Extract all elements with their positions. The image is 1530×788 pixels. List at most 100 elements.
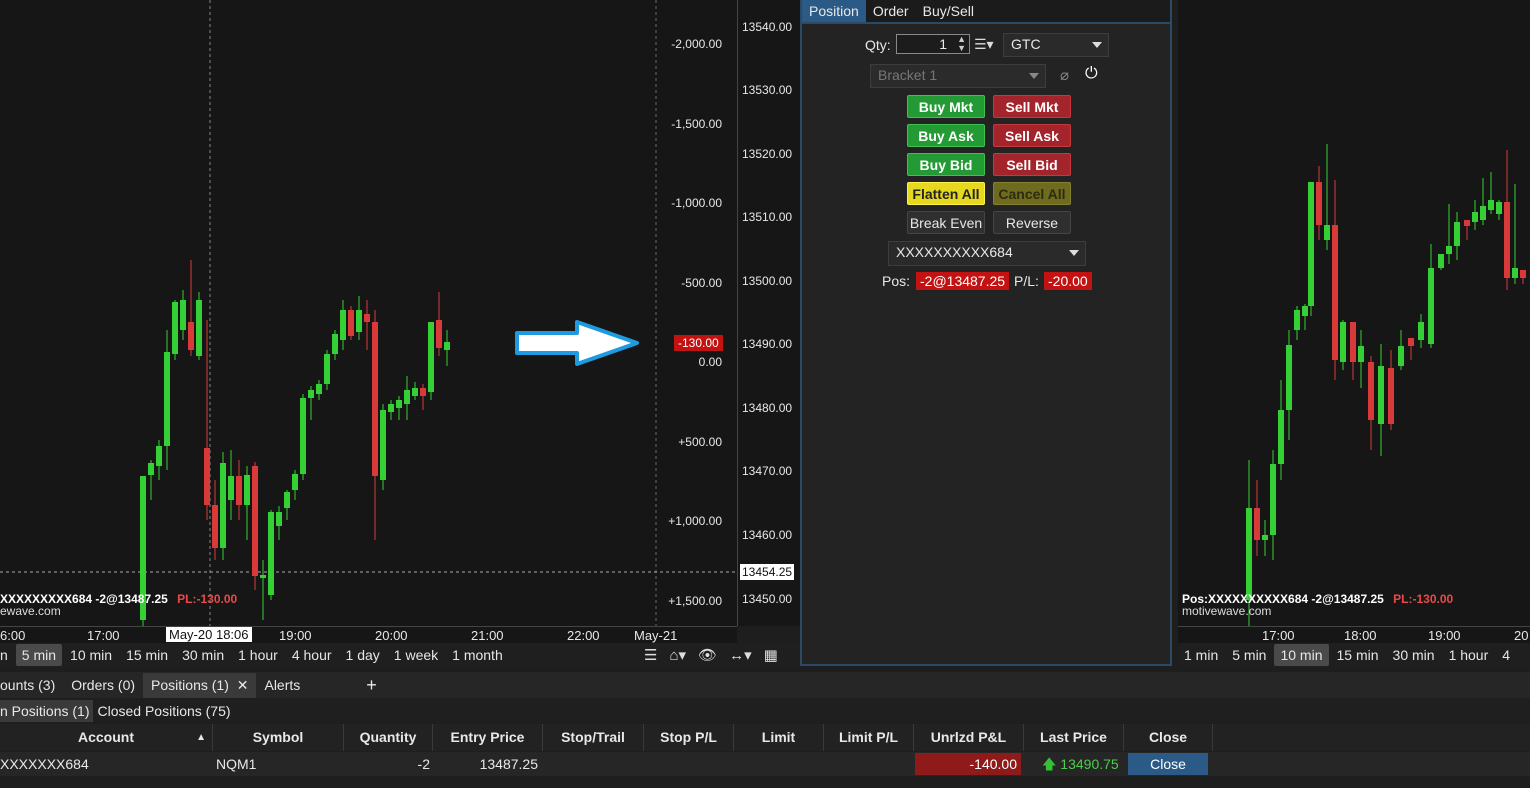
timeframe-option[interactable]: 1 min	[1178, 644, 1224, 666]
candle	[1418, 314, 1424, 348]
time-label: 19:00	[1428, 628, 1461, 643]
timeframe-option[interactable]: 4 hour	[286, 644, 338, 666]
timeframe-option[interactable]: 1 hour	[1443, 644, 1495, 666]
candle	[1302, 304, 1308, 330]
col-limit[interactable]: Limit	[734, 724, 824, 751]
timeframe-option-selected[interactable]: 5 min	[15, 644, 63, 666]
price-axis-label: 13470.00	[742, 464, 793, 478]
range-icon[interactable]: ↔▾	[729, 646, 752, 664]
timeframe-option[interactable]: 10 min	[64, 644, 118, 666]
sell-mkt-button[interactable]: Sell Mkt	[993, 95, 1071, 118]
qty-stepper-icon[interactable]: ▲ ▼	[957, 35, 966, 53]
timeframe-option-selected[interactable]: 10 min	[1274, 644, 1329, 666]
tab-buy-sell[interactable]: Buy/Sell	[916, 0, 981, 22]
cancel-all-button[interactable]: Cancel All	[993, 182, 1071, 205]
attach-icon[interactable]: ⌀	[1060, 66, 1069, 84]
list-icon[interactable]: ☰	[644, 646, 657, 664]
candle	[428, 322, 434, 400]
candle	[1488, 172, 1494, 214]
tab-positions[interactable]: Positions (1) ✕	[143, 672, 257, 698]
timeframe-option[interactable]: 1 week	[388, 644, 444, 666]
qty-menu-icon[interactable]: ☰▾	[974, 36, 994, 53]
sell-ask-button[interactable]: Sell Ask	[993, 124, 1071, 147]
timeframe-option[interactable]: 4	[1496, 644, 1516, 666]
qty-input[interactable]: 1 ▲ ▼	[896, 34, 970, 54]
col-close[interactable]: Close	[1124, 724, 1213, 751]
pl-axis-label: -1,500.00	[671, 117, 722, 131]
tab-orders[interactable]: Orders (0)	[63, 673, 143, 697]
flatten-all-button[interactable]: Flatten All	[907, 182, 985, 205]
col-unrlzd-pl[interactable]: Unrlzd P&L	[914, 724, 1024, 751]
close-position-button[interactable]: Close	[1128, 753, 1208, 775]
candle	[356, 296, 362, 340]
buy-ask-button[interactable]: Buy Ask	[907, 124, 985, 147]
chevron-down-icon	[1092, 42, 1102, 48]
buy-bid-button[interactable]: Buy Bid	[907, 153, 985, 176]
col-stop-trail[interactable]: Stop/Trail	[543, 724, 644, 751]
tab-accounts[interactable]: ounts (3)	[0, 673, 63, 697]
timeframe-option[interactable]: 15 min	[120, 644, 174, 666]
col-entry-price[interactable]: Entry Price	[433, 724, 543, 751]
sort-asc-icon: ▲	[196, 732, 206, 743]
col-symbol[interactable]: Symbol	[213, 724, 344, 751]
candle	[364, 300, 370, 350]
candle	[1350, 322, 1356, 380]
pl-label: P/L:	[1014, 273, 1039, 289]
price-axis-label: 13480.00	[742, 401, 793, 415]
power-icon[interactable]: ⏻	[1085, 65, 1098, 83]
table-row[interactable]: XXXXXXX684 NQM1 -2 13487.25 -140.00 🡅 13…	[0, 752, 1530, 776]
col-account[interactable]: Account ▲	[0, 724, 213, 751]
col-limit-pl[interactable]: Limit P/L	[824, 724, 914, 751]
tab-order[interactable]: Order	[866, 0, 916, 22]
template-icon[interactable]: ⌂▾	[669, 646, 686, 664]
pl-axis-label: -500.00	[681, 276, 722, 290]
candle	[1324, 144, 1330, 250]
timeframe-option[interactable]: 15 min	[1331, 644, 1385, 666]
calendar-icon[interactable]: ▦	[764, 646, 778, 664]
timeframe-option[interactable]: 1 hour	[232, 644, 284, 666]
col-quantity[interactable]: Quantity	[344, 724, 433, 751]
order-panel: Position Order Buy/Sell Qty: 1 ▲ ▼ ☰▾ GTC…	[800, 0, 1172, 666]
price-axis[interactable]: 13540.00 13530.00 13520.00 13510.00 1350…	[737, 0, 800, 626]
price-axis-label: 13530.00	[742, 83, 793, 97]
timeframe-option[interactable]: 30 min	[176, 644, 230, 666]
candle	[172, 300, 178, 360]
arrow-up-icon: 🡅	[1042, 756, 1057, 772]
tif-select[interactable]: GTC	[1003, 33, 1109, 57]
price-axis-label: 13460.00	[742, 528, 793, 542]
col-stop-pl[interactable]: Stop P/L	[644, 724, 734, 751]
cell-account: XXXXXXX684	[0, 756, 89, 772]
buy-mkt-button[interactable]: Buy Mkt	[907, 95, 985, 118]
reverse-button[interactable]: Reverse	[993, 211, 1071, 234]
tab-position[interactable]: Position	[802, 0, 866, 22]
subtab-closed-positions[interactable]: Closed Positions (75)	[93, 700, 234, 722]
subtab-open-positions[interactable]: n Positions (1)	[0, 700, 94, 722]
break-even-button[interactable]: Break Even	[907, 211, 985, 234]
candle	[204, 320, 210, 520]
eye-icon[interactable]: 👁	[698, 646, 717, 664]
sell-bid-button[interactable]: Sell Bid	[993, 153, 1071, 176]
timeframe-option[interactable]: 1 month	[446, 644, 509, 666]
cell-quantity: -2	[417, 756, 430, 772]
timeframe-option[interactable]: 5 min	[1226, 644, 1272, 666]
bracket-select[interactable]: Bracket 1	[870, 64, 1046, 88]
right-chart-area[interactable]: Pos:XXXXXXXXXX684 -2@13487.25 PL:-130.00…	[1178, 0, 1530, 626]
pl-value: -20.00	[1044, 272, 1092, 290]
pos-label: Pos:	[882, 273, 911, 289]
close-icon[interactable]: ✕	[233, 677, 249, 693]
left-chart-area[interactable]: XXXXXXXXX684 -2@13487.25 PL:-130.00 ewav…	[0, 0, 737, 626]
pl-label: PL:-130.00	[177, 592, 238, 606]
timeframe-option[interactable]: 1 day	[340, 644, 386, 666]
add-tab-button[interactable]: +	[358, 671, 385, 700]
candle	[164, 330, 170, 470]
cell-symbol: NQM1	[216, 756, 257, 772]
col-last-price[interactable]: Last Price	[1024, 724, 1124, 751]
account-select[interactable]: XXXXXXXXXX684	[888, 241, 1086, 266]
timeframe-option[interactable]: n	[0, 644, 14, 666]
candle	[1496, 200, 1502, 220]
candle	[1480, 178, 1486, 225]
tab-alerts[interactable]: Alerts	[256, 673, 308, 697]
timeframe-option[interactable]: 30 min	[1387, 644, 1441, 666]
panel-tabs: Position Order Buy/Sell	[802, 0, 1170, 24]
candle	[412, 382, 418, 400]
